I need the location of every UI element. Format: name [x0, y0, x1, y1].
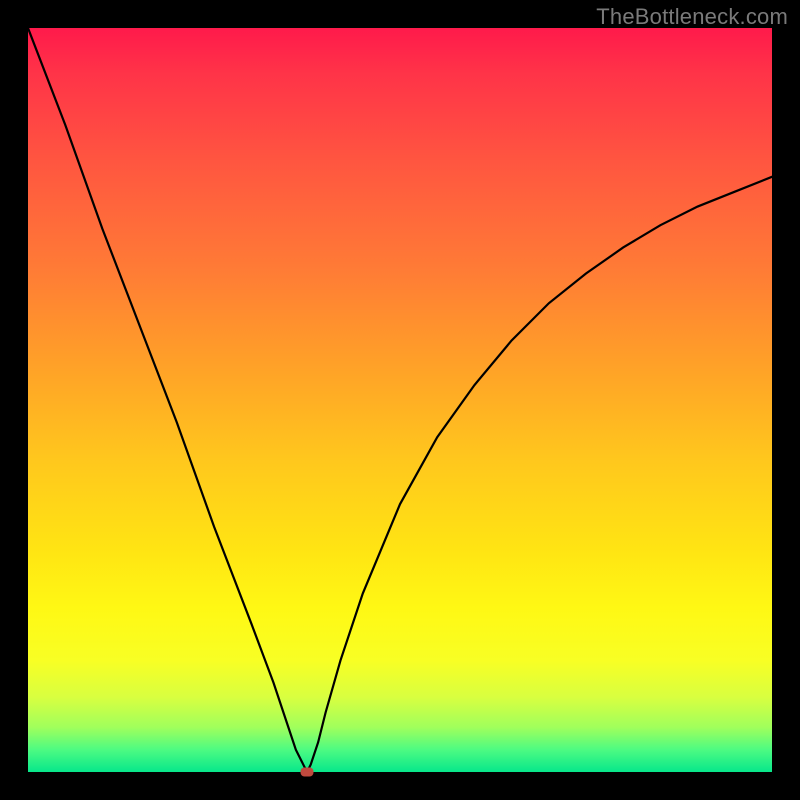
- chart-frame: TheBottleneck.com: [0, 0, 800, 800]
- bottleneck-curve: [28, 28, 772, 772]
- watermark-text: TheBottleneck.com: [596, 4, 788, 30]
- curve-svg: [28, 28, 772, 772]
- plot-area: [28, 28, 772, 772]
- optimal-point-marker: [301, 768, 314, 777]
